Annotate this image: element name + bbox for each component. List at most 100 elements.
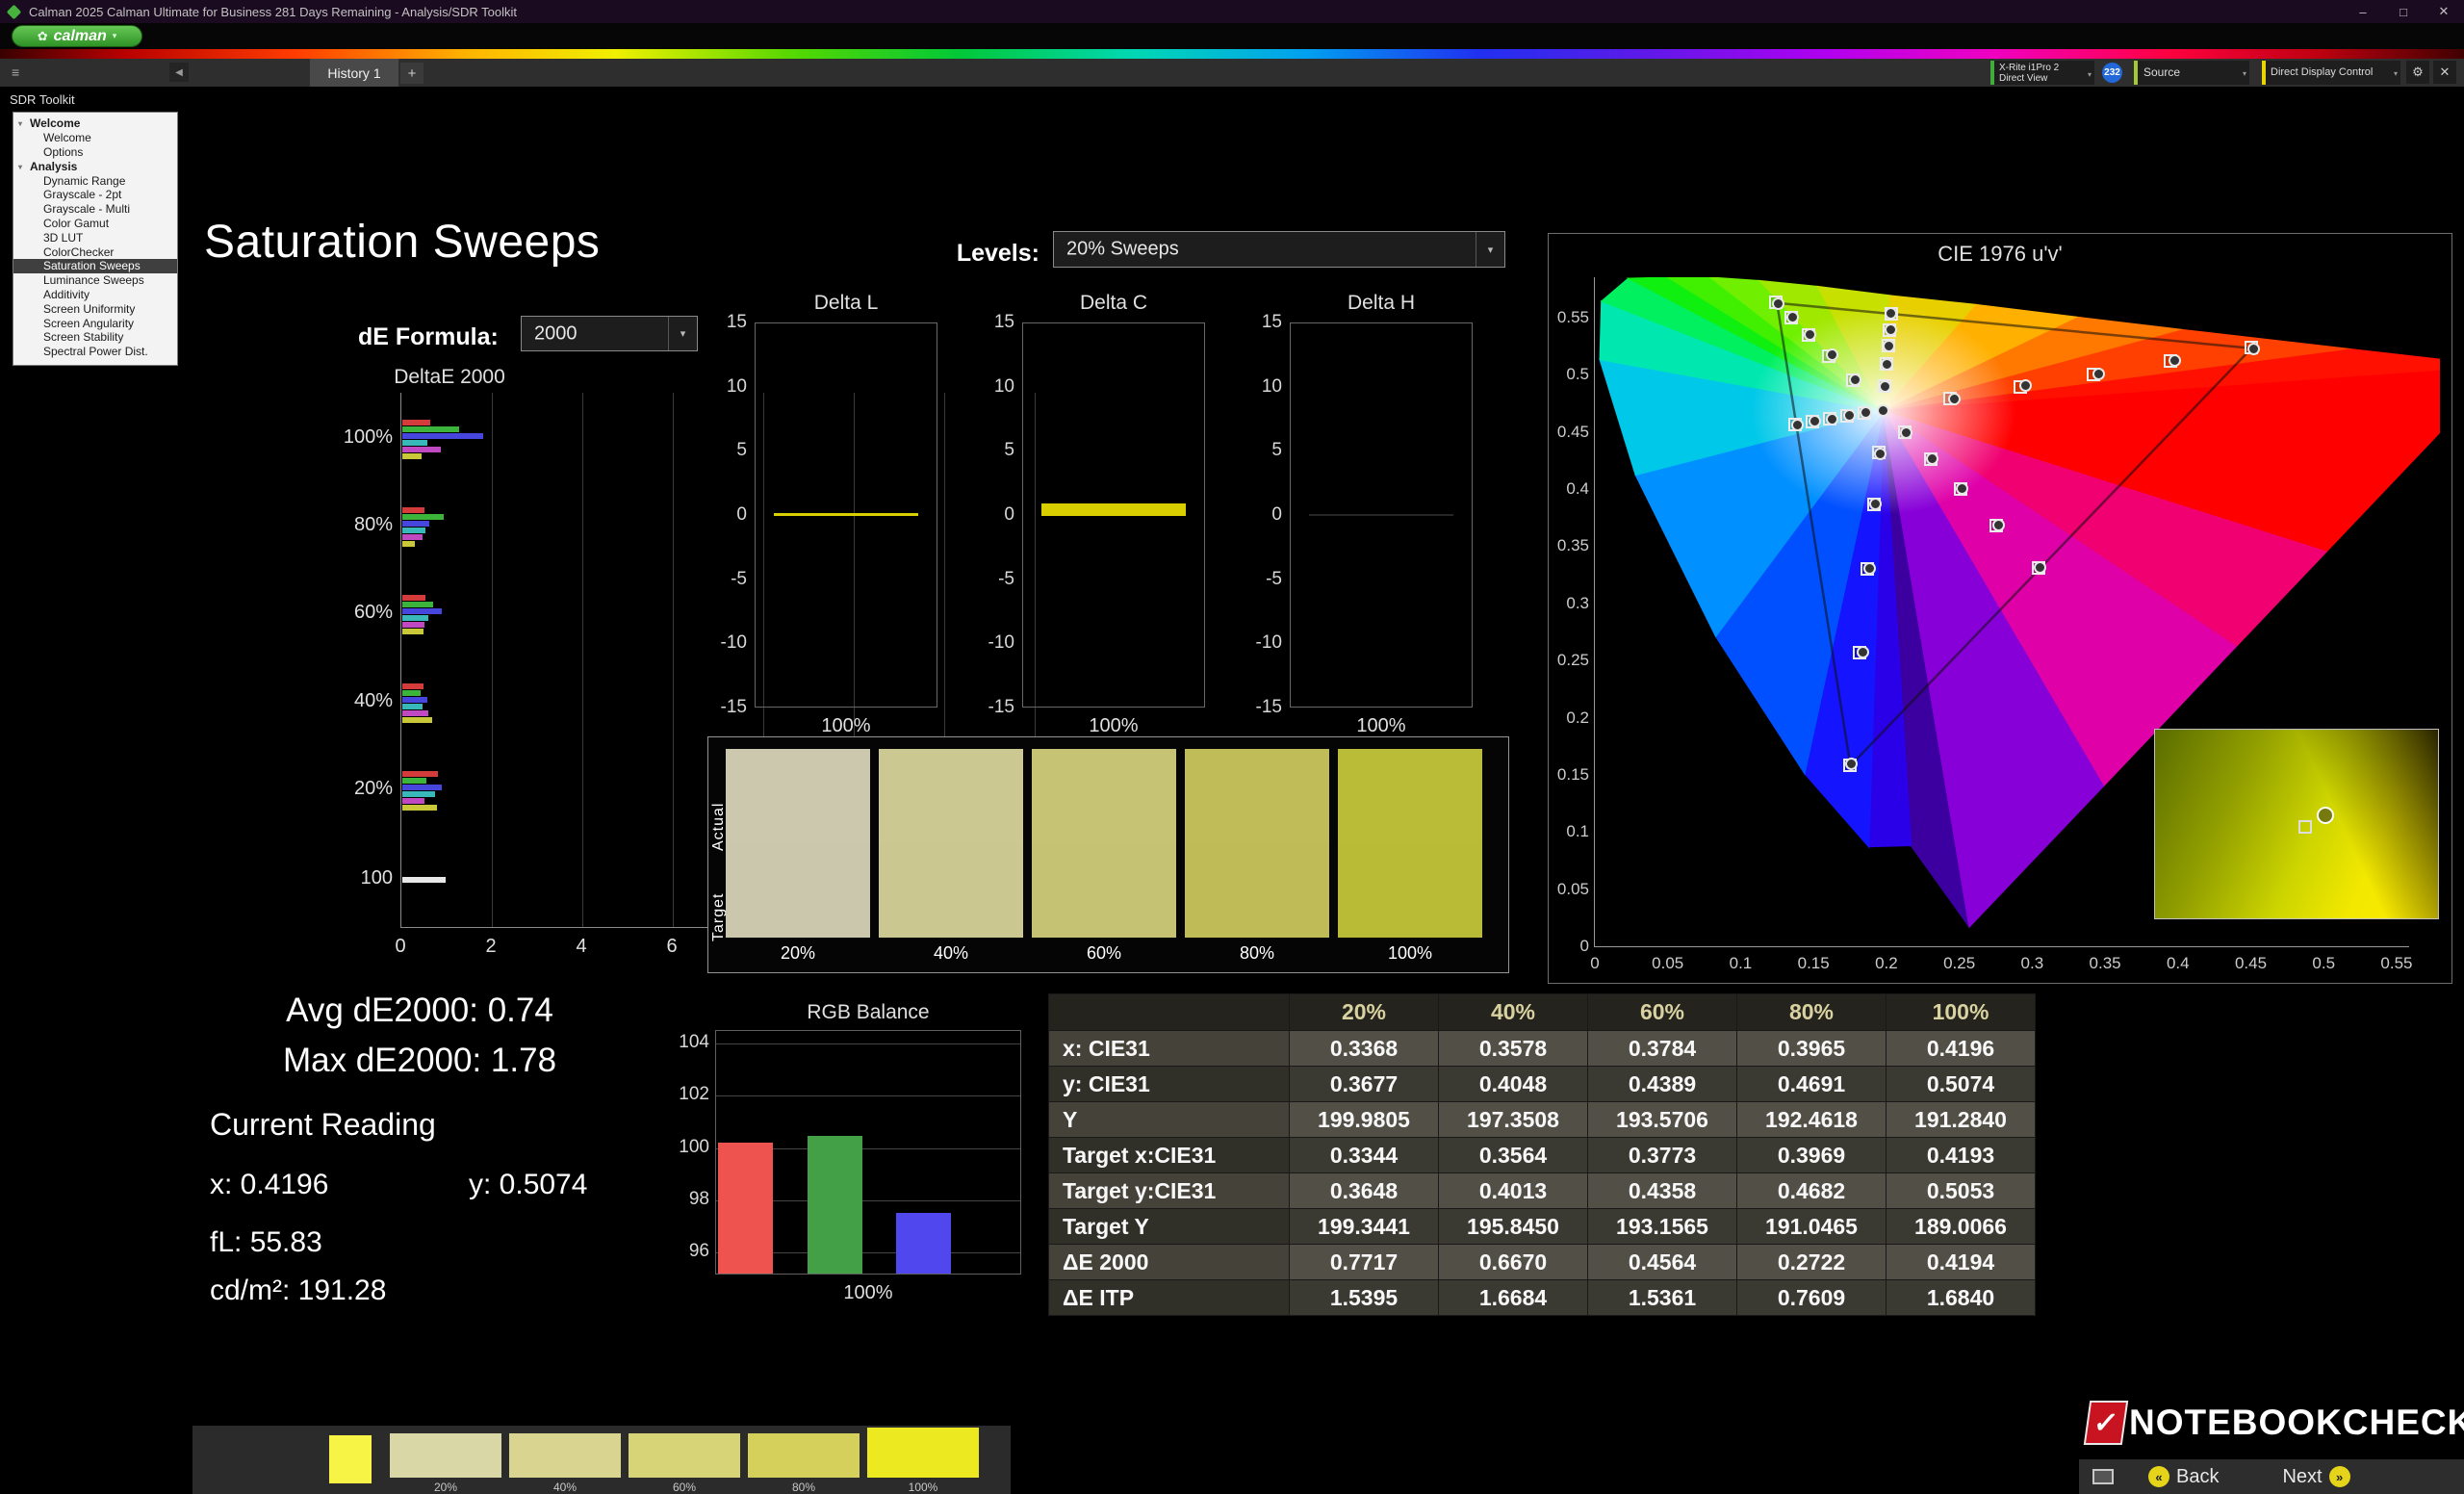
add-tab-button[interactable]: + — [400, 63, 424, 84]
cie-x-axis — [1595, 946, 2409, 947]
deltae-bar-cyan — [402, 791, 435, 797]
sidebar-item-spectral-power-dist[interactable]: Spectral Power Dist. — [13, 345, 177, 359]
deltae-bar-green — [402, 602, 433, 607]
measured-point-red — [2247, 343, 2260, 355]
tree-section-analysis[interactable]: ▾Analysis — [13, 160, 177, 174]
deltae-bar-cyan — [402, 440, 427, 446]
table-header — [1049, 994, 1290, 1031]
table-row: ΔE 20000.77170.66700.45640.27220.4194 — [1049, 1245, 2036, 1280]
sidebar-item-grayscale-multi[interactable]: Grayscale - Multi — [13, 202, 177, 217]
table-cell: 1.6840 — [1886, 1280, 2036, 1316]
strip-swatch-label: 80% — [748, 1481, 860, 1494]
table-cell: 0.3677 — [1290, 1067, 1439, 1102]
y-tick-label: 20% — [318, 778, 393, 800]
table-cell: 0.3648 — [1290, 1173, 1439, 1209]
table-row: Y199.9805197.3508193.5706192.4618191.284… — [1049, 1102, 2036, 1138]
de-formula-dropdown[interactable]: 2000 ▾ — [521, 316, 698, 351]
close-button[interactable]: ✕ — [2424, 0, 2464, 23]
x-tick-label: 0.45 — [2222, 954, 2280, 973]
cie-y-axis — [1594, 277, 1595, 947]
source-dropdown[interactable]: Source ▾ — [2134, 61, 2249, 85]
rainbow-strip — [0, 49, 2464, 59]
back-label: Back — [2176, 1466, 2219, 1488]
delta-h-plot — [1290, 322, 1473, 708]
table-cell: 191.2840 — [1886, 1102, 2036, 1138]
inset-measured-point — [2317, 807, 2334, 824]
inset-shading — [2155, 730, 2438, 918]
y-tick-label: 100 — [318, 867, 393, 889]
gridline — [716, 1095, 1020, 1096]
sidebar-item-colorchecker[interactable]: ColorChecker — [13, 245, 177, 260]
calman-menu-button[interactable]: ✿ calman ▾ — [12, 25, 142, 47]
y-tick-label: 10 — [1242, 376, 1282, 398]
sidebar-item-luminance-sweeps[interactable]: Luminance Sweeps — [13, 273, 177, 288]
tree-expand-icon: ▾ — [18, 116, 22, 131]
gear-icon[interactable]: ⚙ — [2406, 61, 2429, 84]
source-label: Source — [2143, 65, 2180, 79]
collapse-sidebar-button[interactable]: ◀ — [169, 63, 189, 82]
maximize-button[interactable]: □ — [2383, 0, 2424, 23]
measured-point-green — [1786, 311, 1799, 323]
y-tick-label: -10 — [706, 632, 747, 654]
chevron-down-icon: ▾ — [1476, 232, 1504, 267]
y-tick-label: -5 — [974, 569, 1014, 590]
chevron-down-icon: ▾ — [2088, 69, 2092, 80]
sidebar-item-3d-lut[interactable]: 3D LUT — [13, 231, 177, 245]
table-row: Target Y199.3441195.8450193.1565191.0465… — [1049, 1209, 2036, 1245]
levels-dropdown[interactable]: 20% Sweeps ▾ — [1053, 231, 1505, 268]
display-control-label: Direct Display Control — [2271, 66, 2373, 78]
measured-point-green — [1826, 348, 1838, 361]
y-tick-label: 0.1 — [1549, 822, 1589, 841]
strip-swatch-20 — [390, 1433, 501, 1478]
close-workspace-icon[interactable]: ✕ — [2433, 61, 2456, 84]
target-swatch — [879, 843, 1023, 938]
sidebar-item-grayscale-2pt[interactable]: Grayscale - 2pt — [13, 188, 177, 202]
tree-section-welcome[interactable]: ▾Welcome — [13, 116, 177, 131]
sidebar-item-screen-stability[interactable]: Screen Stability — [13, 330, 177, 345]
notebookcheck-watermark: ✓ NOTEBOOKCHECK — [2087, 1398, 2464, 1448]
screen-icon[interactable] — [2092, 1469, 2114, 1484]
table-cell: 195.8450 — [1439, 1209, 1588, 1245]
display-control-dropdown[interactable]: Direct Display Control ▾ — [2262, 61, 2400, 85]
inset-target-square — [2298, 820, 2312, 834]
sidebar-item-screen-angularity[interactable]: Screen Angularity — [13, 317, 177, 331]
tab-history-1[interactable]: History 1 — [310, 59, 398, 87]
sidebar-item-dynamic-range[interactable]: Dynamic Range — [13, 174, 177, 189]
deltae-bar-magenta — [402, 710, 428, 716]
sidebar-item-welcome[interactable]: Welcome — [13, 131, 177, 145]
table-cell: 0.4196 — [1886, 1031, 2036, 1067]
back-button[interactable]: « Back — [2148, 1466, 2219, 1488]
current-x: x: 0.4196 — [210, 1169, 328, 1201]
measured-point-yellow — [1881, 358, 1893, 371]
table-header: 60% — [1588, 994, 1737, 1031]
minimize-button[interactable]: – — [2343, 0, 2383, 23]
sidebar-item-options[interactable]: Options — [13, 145, 177, 160]
sidebar-item-screen-uniformity[interactable]: Screen Uniformity — [13, 302, 177, 317]
table-cell: 189.0066 — [1886, 1209, 2036, 1245]
measured-point-yellow — [1879, 380, 1891, 393]
delta-bar — [1041, 503, 1186, 516]
meter-count-badge: 232 — [2102, 63, 2122, 83]
y-tick-label: 5 — [1242, 440, 1282, 461]
y-tick-label: -10 — [1242, 632, 1282, 654]
next-button[interactable]: Next » — [2282, 1466, 2349, 1488]
sidebar-item-color-gamut[interactable]: Color Gamut — [13, 217, 177, 231]
table-row: y: CIE310.36770.40480.43890.46910.5074 — [1049, 1067, 2036, 1102]
chart-title: Delta H — [1290, 292, 1473, 315]
delta-l-chart: Delta L 100% 151050-5-10-15 — [706, 292, 947, 744]
panel-menu-icon[interactable]: ≡ — [12, 64, 19, 80]
target-swatch — [726, 843, 870, 938]
deltae-bar-blue — [402, 608, 442, 614]
deltae-bar-blue — [402, 433, 483, 439]
sidebar-item-additivity[interactable]: Additivity — [13, 288, 177, 302]
measured-point-cyan — [1826, 413, 1838, 425]
rgb-bar-green — [808, 1136, 862, 1274]
tree-expand-icon: ▾ — [18, 160, 22, 174]
measured-point-red — [2169, 354, 2181, 367]
sidebar-item-saturation-sweeps[interactable]: Saturation Sweeps — [13, 259, 177, 273]
deltae-bar-magenta — [402, 622, 424, 628]
measured-point-magenta — [1992, 519, 2005, 531]
notebookcheck-text: NOTEBOOKCHECK — [2129, 1403, 2464, 1443]
meter-button[interactable]: X-Rite i1Pro 2 Direct View ▾ — [1990, 61, 2094, 85]
table-cell: 0.3969 — [1737, 1138, 1886, 1173]
